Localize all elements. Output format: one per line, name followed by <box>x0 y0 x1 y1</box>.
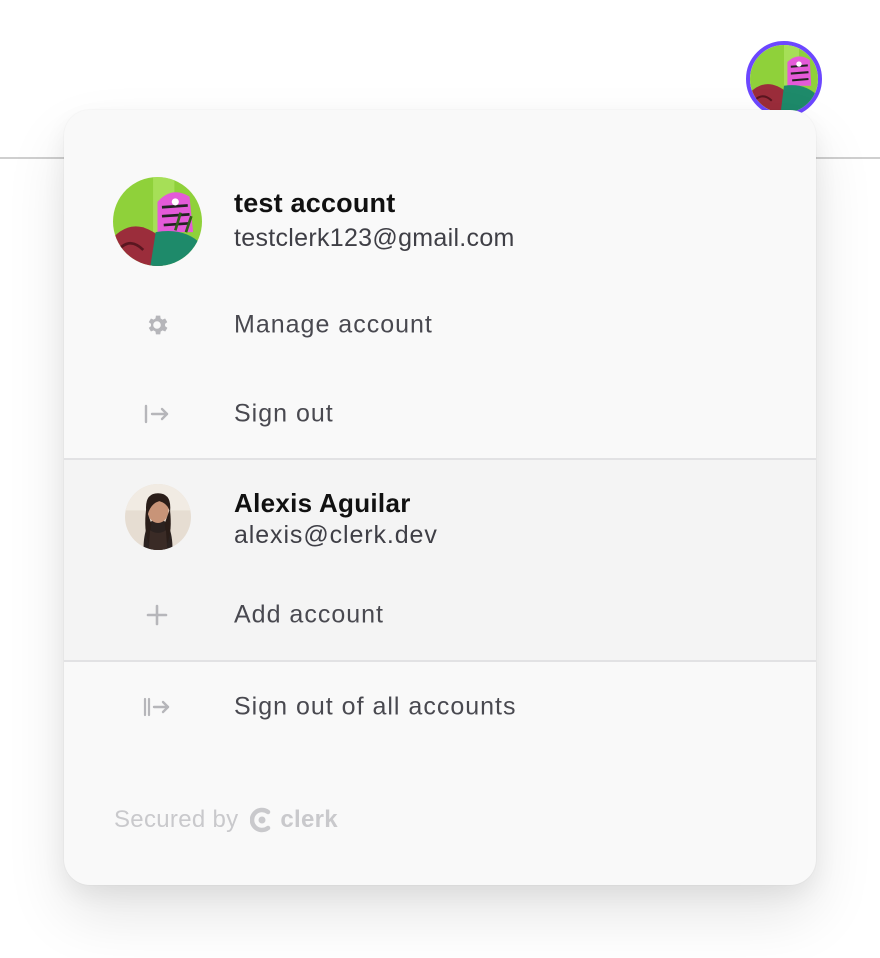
active-account-email: testclerk123@gmail.com <box>234 224 515 252</box>
other-account-name: Alexis Aguilar <box>234 488 411 518</box>
add-account-label: Add account <box>234 600 384 629</box>
user-button-avatar[interactable] <box>746 41 822 117</box>
active-account-section: test account testclerk123@gmail.com Mana… <box>64 110 816 458</box>
manage-account-label: Manage account <box>234 310 433 339</box>
active-account-name: test account <box>234 188 396 218</box>
secured-by-text: Secured by <box>114 806 239 833</box>
sign-out-all-button[interactable]: Sign out of all accounts <box>64 672 816 742</box>
sign-out-all-icon <box>142 692 172 722</box>
person-photo-icon <box>125 484 191 550</box>
sign-out-label: Sign out <box>234 399 334 428</box>
clerk-brand[interactable]: clerk <box>250 806 338 834</box>
sign-out-all-label: Sign out of all accounts <box>234 692 517 721</box>
page: test account testclerk123@gmail.com Mana… <box>0 0 880 958</box>
other-account-email: alexis@clerk.dev <box>234 521 438 549</box>
clerk-logo-icon <box>250 807 271 833</box>
clerk-wordmark: clerk <box>280 806 338 833</box>
gear-icon <box>142 310 172 340</box>
add-account-button[interactable]: Add account <box>64 580 816 650</box>
secured-by-footer: Secured by clerk <box>114 802 338 838</box>
manage-account-button[interactable]: Manage account <box>64 290 816 360</box>
plus-icon <box>142 600 172 630</box>
tiger-avatar-icon <box>113 177 202 266</box>
section-divider <box>64 660 816 662</box>
other-accounts-section: Alexis Aguilar alexis@clerk.dev Add acco… <box>64 460 816 660</box>
sign-out-icon <box>142 399 172 429</box>
user-menu-popover: test account testclerk123@gmail.com Mana… <box>64 110 816 885</box>
active-account-avatar <box>113 177 202 266</box>
sign-out-button[interactable]: Sign out <box>64 379 816 449</box>
other-account-row[interactable]: Alexis Aguilar alexis@clerk.dev <box>64 460 816 570</box>
tiger-avatar-icon <box>750 45 818 113</box>
other-account-avatar <box>125 484 191 550</box>
